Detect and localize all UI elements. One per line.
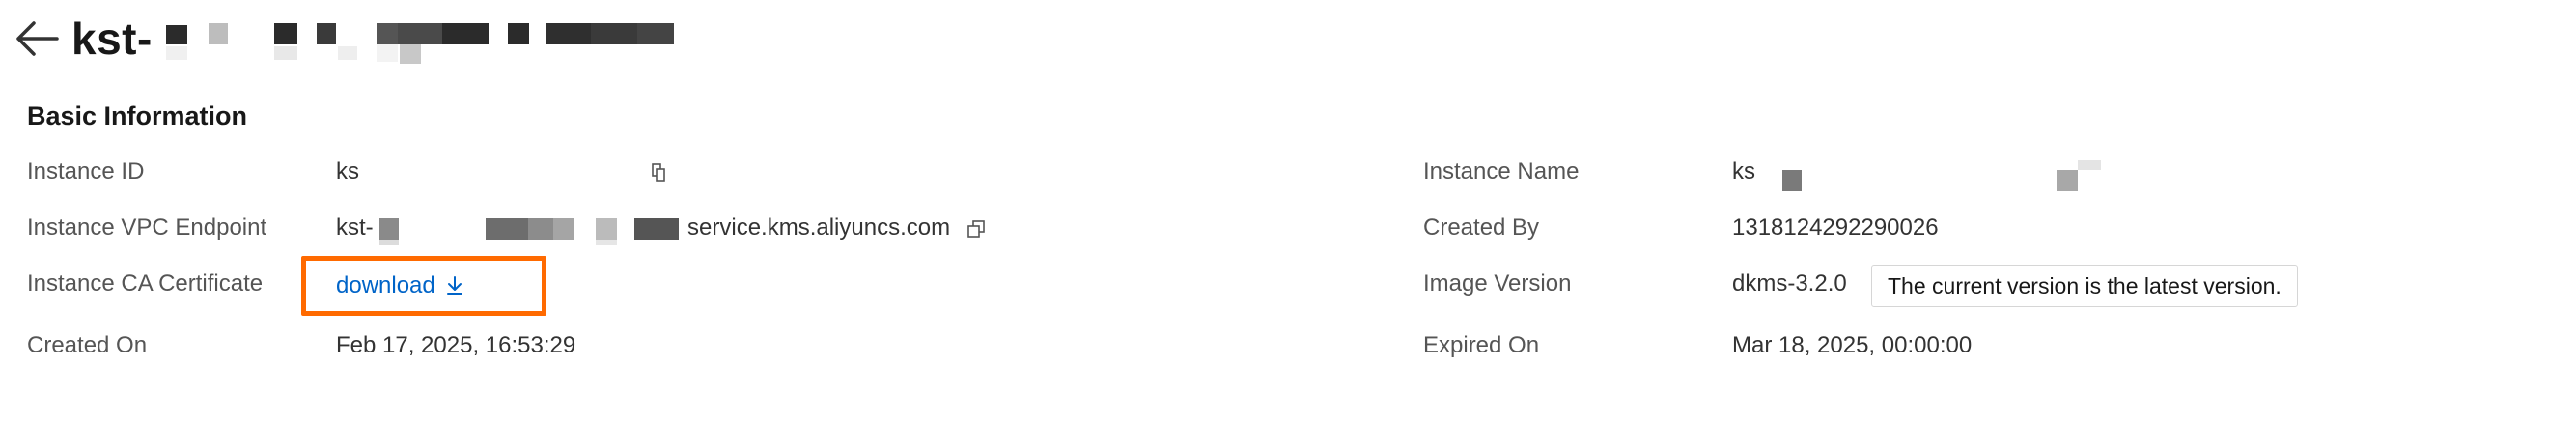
instance-name-label: Instance Name	[1423, 158, 1580, 184]
expired-on-value: Mar 18, 2025, 00:00:00	[1732, 332, 1973, 358]
vpc-endpoint-prefix: kst-	[336, 214, 374, 240]
download-icon	[446, 276, 462, 295]
image-version-label: Image Version	[1423, 270, 1572, 296]
vpc-endpoint-value: kst- service.kms.aliyuncs.com	[336, 214, 986, 245]
download-link[interactable]: download	[336, 272, 464, 299]
section-title: Basic Information	[27, 101, 248, 130]
ca-certificate-label: Instance CA Certificate	[27, 270, 264, 296]
vpc-endpoint-label: Instance VPC Endpoint	[27, 214, 267, 240]
instance-name-text: ks	[1732, 158, 1755, 184]
page-title: kst-	[71, 14, 153, 64]
back-button[interactable]	[12, 14, 62, 64]
page-header: kst-	[12, 8, 153, 70]
instance-id-text: ks	[336, 158, 359, 184]
redacted-endpoint	[379, 217, 681, 245]
instance-detail-page: kst- Basic Information Instance ID ks In…	[0, 0, 2576, 423]
image-version-value: dkms-3.2.0	[1732, 270, 1847, 296]
created-on-label: Created On	[27, 332, 148, 358]
copy-icon[interactable]	[966, 219, 986, 239]
latest-version-tag: The current version is the latest versio…	[1871, 265, 2298, 307]
download-link-text: download	[336, 272, 435, 298]
expired-on-label: Expired On	[1423, 332, 1540, 358]
instance-id-label: Instance ID	[27, 158, 145, 184]
created-by-label: Created By	[1423, 214, 1540, 240]
created-by-value: 1318124292290026	[1732, 214, 1939, 240]
created-on-value: Feb 17, 2025, 16:53:29	[336, 332, 576, 358]
copy-icon[interactable]	[652, 162, 666, 183]
instance-name-value: ks	[1732, 158, 1755, 185]
arrow-left-icon	[16, 21, 59, 56]
vpc-endpoint-suffix: service.kms.aliyuncs.com	[687, 214, 951, 240]
instance-id-value: ks	[336, 158, 666, 185]
